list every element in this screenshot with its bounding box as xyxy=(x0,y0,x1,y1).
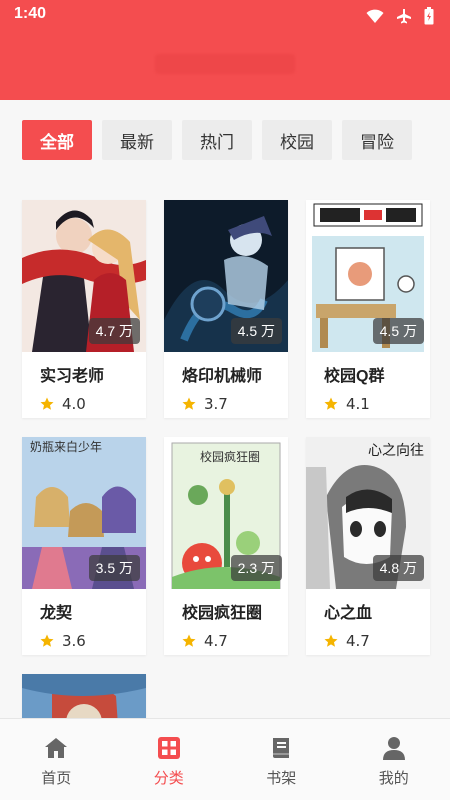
comic-cover[interactable]: 4.5 万 xyxy=(164,200,288,352)
filter-chip-all[interactable]: 全部 xyxy=(22,120,92,160)
airplane-icon xyxy=(396,8,412,28)
comic-card[interactable]: 4.7 万 实习老师 4.0 xyxy=(22,200,146,418)
nav-profile[interactable]: 我的 xyxy=(338,719,450,800)
star-icon xyxy=(324,397,338,410)
nav-home-label: 首页 xyxy=(41,769,72,787)
battery-icon xyxy=(424,7,434,29)
view-count-badge: 3.5 万 xyxy=(88,555,140,581)
comic-rating: 4.0 xyxy=(22,384,146,418)
comic-rating: 4.7 xyxy=(164,621,288,655)
cover-text: 校园疯狂圈 xyxy=(200,449,260,464)
nav-home[interactable]: 首页 xyxy=(0,719,113,800)
app-root: 1:40 全部 最新 热门 校园 冒险 4.7 万 实习老师 4.0 4.5 万… xyxy=(0,0,450,800)
star-icon xyxy=(40,397,54,410)
nav-bookshelf[interactable]: 书架 xyxy=(225,719,338,800)
comic-title: 烙印机械师 xyxy=(182,368,263,385)
comic-cover[interactable]: 心之向往 4.8 万 xyxy=(306,437,430,589)
status-time: 1:40 xyxy=(14,5,47,22)
bookshelf-icon xyxy=(273,738,290,758)
nav-category[interactable]: 分类 xyxy=(113,719,226,800)
comic-card[interactable]: 奶瓶来白少年 3.5 万 龙契 3.6 xyxy=(22,437,146,655)
view-count-badge: 4.7 万 xyxy=(88,318,140,344)
nav-bookshelf-label: 书架 xyxy=(266,769,297,787)
rating-value: 3.7 xyxy=(204,395,228,413)
comic-cover[interactable]: 校园疯狂圈 2.3 万 xyxy=(164,437,288,589)
comic-card[interactable]: 4.5 万 烙印机械师 3.7 xyxy=(164,200,288,418)
status-icons xyxy=(366,7,434,29)
comic-card[interactable]: 4.5 万 校园Q群 4.1 xyxy=(306,200,430,418)
home-icon xyxy=(45,738,68,758)
star-icon xyxy=(40,634,54,647)
status-bar: 1:40 xyxy=(0,0,450,32)
filter-chip-adventure[interactable]: 冒险 xyxy=(342,120,412,160)
rating-value: 3.6 xyxy=(62,632,86,650)
filter-chip-campus[interactable]: 校园 xyxy=(262,120,332,160)
star-icon xyxy=(324,634,338,647)
nav-category-label: 分类 xyxy=(153,769,184,787)
nav-profile-label: 我的 xyxy=(378,769,409,787)
view-count-badge: 4.8 万 xyxy=(372,555,424,581)
comic-rating: 4.1 xyxy=(306,384,430,418)
comic-rating: 4.7 xyxy=(306,621,430,655)
comic-title: 心之血 xyxy=(324,605,373,622)
comic-cover[interactable]: 4.5 万 xyxy=(306,200,430,352)
comic-title: 实习老师 xyxy=(40,368,105,385)
comic-title: 校园疯狂圈 xyxy=(182,605,263,622)
view-count-badge: 4.5 万 xyxy=(372,318,424,344)
filter-chip-latest[interactable]: 最新 xyxy=(102,120,172,160)
rating-value: 4.1 xyxy=(346,395,370,413)
cover-text: 心之向往 xyxy=(368,443,424,459)
comic-title: 龙契 xyxy=(40,605,73,622)
comic-title: 校园Q群 xyxy=(324,368,385,385)
comic-cover[interactable]: 4.7 万 xyxy=(22,200,146,352)
filter-chip-popular[interactable]: 热门 xyxy=(182,120,252,160)
star-icon xyxy=(182,634,196,647)
profile-icon xyxy=(382,737,405,760)
star-icon xyxy=(182,397,196,410)
comic-card[interactable]: 心之向往 4.8 万 心之血 4.7 xyxy=(306,437,430,655)
cover-text: 奶瓶来白少年 xyxy=(30,439,102,454)
rating-value: 4.7 xyxy=(204,632,228,650)
rating-value: 4.0 xyxy=(62,395,86,413)
wifi-icon xyxy=(366,8,384,28)
bottom-nav: 首页 分类 书架 我的 xyxy=(0,718,450,800)
rating-value: 4.7 xyxy=(346,632,370,650)
category-filter-bar: 全部 最新 热门 校园 冒险 xyxy=(22,120,412,160)
comic-rating: 3.6 xyxy=(22,621,146,655)
app-header: 1:40 xyxy=(0,0,450,100)
comic-card[interactable]: 校园疯狂圈 2.3 万 校园疯狂圈 4.7 xyxy=(164,437,288,655)
view-count-badge: 4.5 万 xyxy=(230,318,282,344)
view-count-badge: 2.3 万 xyxy=(230,555,282,581)
comic-cover[interactable]: 奶瓶来白少年 3.5 万 xyxy=(22,437,146,589)
page-title xyxy=(155,54,295,74)
category-icon xyxy=(157,737,180,759)
comic-rating: 3.7 xyxy=(164,384,288,418)
